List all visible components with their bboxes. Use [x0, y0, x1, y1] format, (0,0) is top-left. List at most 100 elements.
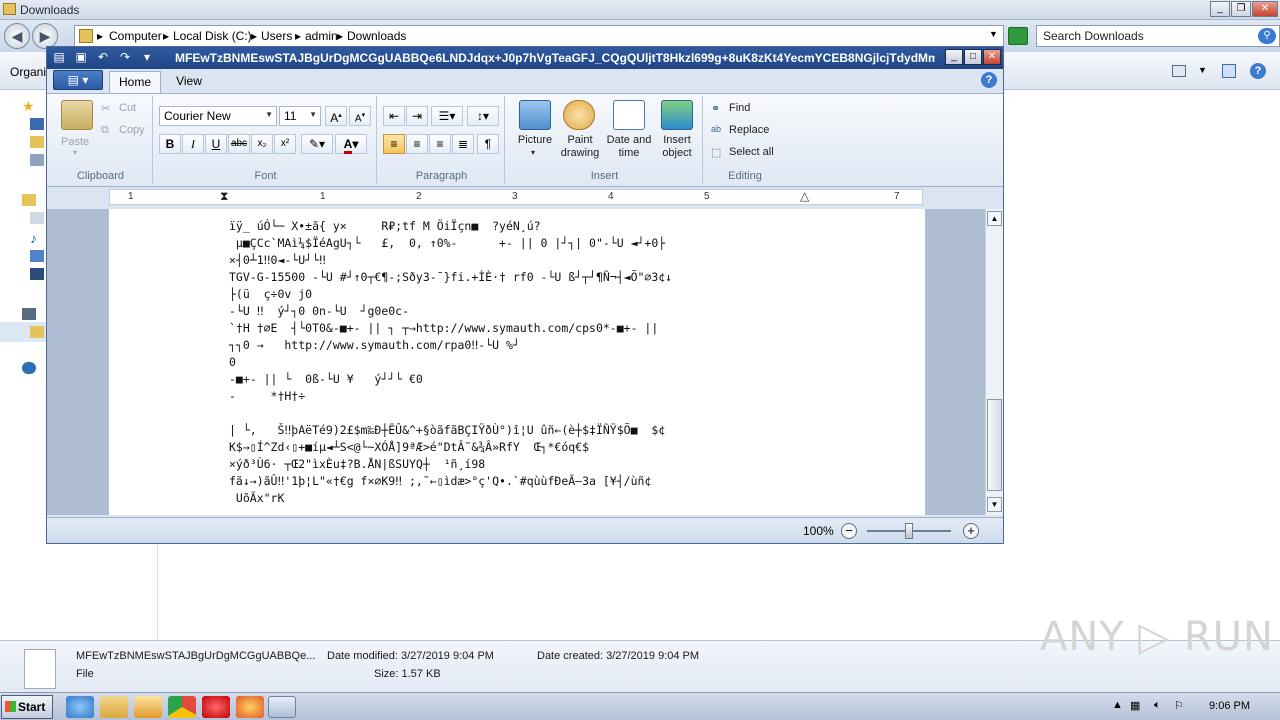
strikethrough-button[interactable]: abc: [228, 134, 250, 154]
copy-button[interactable]: Copy: [119, 124, 145, 136]
back-button[interactable]: ◀: [4, 23, 30, 49]
decrease-indent-button[interactable]: ⇤: [383, 106, 405, 126]
calendar-icon[interactable]: [613, 100, 645, 130]
align-center-button[interactable]: ≡: [406, 134, 428, 154]
restore-button[interactable]: ❐: [1231, 1, 1251, 17]
zoom-in-button[interactable]: +: [963, 523, 979, 539]
cut-button[interactable]: Cut: [119, 102, 136, 114]
zoom-slider-thumb[interactable]: [905, 523, 913, 539]
insert-object-button[interactable]: Insert object: [655, 134, 699, 160]
star-icon[interactable]: ★: [22, 98, 36, 114]
refresh-button[interactable]: [1008, 27, 1028, 45]
align-left-button[interactable]: ≡: [383, 134, 405, 154]
indent-marker-icon[interactable]: ⧗: [220, 189, 228, 204]
desktop-icon[interactable]: [30, 118, 44, 130]
folder-icon[interactable]: [30, 136, 44, 148]
underline-button[interactable]: U: [205, 134, 227, 154]
chevron-down-icon[interactable]: ▼: [989, 29, 998, 39]
volume-icon[interactable]: 🔈︎: [1154, 699, 1161, 712]
close-button[interactable]: ✕: [1252, 1, 1278, 17]
view-icon[interactable]: [1172, 65, 1186, 77]
music-icon[interactable]: ♪: [30, 230, 44, 246]
address-bar[interactable]: ▸ Computer ▸ Local Disk (C:) ▸ Users ▸ a…: [74, 25, 1004, 47]
help-icon[interactable]: ?: [981, 72, 997, 88]
preview-pane-icon[interactable]: [1222, 64, 1236, 78]
scroll-up-button[interactable]: ▲: [987, 211, 1002, 226]
library-icon[interactable]: [22, 194, 36, 206]
scroll-thumb[interactable]: [987, 399, 1002, 491]
paste-icon[interactable]: [61, 100, 93, 130]
search-icon[interactable]: ⚲: [1258, 28, 1276, 44]
bold-button[interactable]: B: [159, 134, 181, 154]
picture-button[interactable]: Picture: [513, 134, 557, 146]
shrink-font-button[interactable]: A▾: [349, 106, 371, 126]
minimize-button[interactable]: _: [1210, 1, 1230, 17]
explorer-icon[interactable]: [100, 696, 128, 718]
organize-button[interactable]: Organi: [10, 65, 46, 79]
breadcrumb-local-disk[interactable]: Local Disk (C:): [173, 29, 252, 43]
increase-indent-button[interactable]: ⇥: [406, 106, 428, 126]
italic-button[interactable]: I: [182, 134, 204, 154]
network-icon[interactable]: [22, 362, 36, 374]
scroll-down-button[interactable]: ▼: [987, 497, 1002, 512]
redo-icon[interactable]: ↷: [117, 50, 133, 65]
start-button[interactable]: Start: [1, 695, 53, 719]
customize-icon[interactable]: ▾: [139, 50, 155, 65]
firefox-icon[interactable]: [236, 696, 264, 718]
chevron-down-icon[interactable]: ▾: [73, 148, 77, 157]
select-all-button[interactable]: Select all: [729, 146, 774, 158]
wordpad-icon[interactable]: ▤: [51, 50, 67, 65]
font-color-button[interactable]: A▾: [335, 134, 367, 154]
tab-home[interactable]: Home: [109, 71, 161, 93]
paragraph-dialog-button[interactable]: ¶: [477, 134, 499, 154]
font-size-select[interactable]: 11 ▼: [279, 106, 321, 126]
chevron-down-icon[interactable]: ▼: [1198, 65, 1207, 75]
picture-icon[interactable]: [519, 100, 551, 130]
line-spacing-button[interactable]: ↕▾: [467, 106, 499, 126]
cut-icon[interactable]: ✂: [101, 102, 110, 115]
pictures-icon[interactable]: [30, 250, 44, 262]
ruler[interactable]: 1 ⧗ 1 2 3 4 5 △ 7: [109, 189, 923, 205]
binoculars-icon[interactable]: ⚭: [711, 102, 720, 115]
breadcrumb-admin[interactable]: admin: [305, 29, 338, 43]
videos-icon[interactable]: [30, 268, 44, 280]
chrome-icon[interactable]: [168, 696, 196, 718]
font-family-select[interactable]: Courier New ▼: [159, 106, 277, 126]
justify-button[interactable]: ≣: [452, 134, 474, 154]
right-indent-marker-icon[interactable]: △: [800, 189, 809, 203]
opera-icon[interactable]: [202, 696, 230, 718]
paint-palette-icon[interactable]: [563, 100, 595, 130]
help-icon[interactable]: ?: [1250, 63, 1266, 79]
paste-button[interactable]: Paste: [61, 136, 89, 148]
highlight-button[interactable]: ✎▾: [301, 134, 333, 154]
breadcrumb-computer[interactable]: Computer: [109, 29, 162, 43]
bullets-button[interactable]: ☰▾: [431, 106, 463, 126]
save-icon[interactable]: ▣: [73, 50, 89, 65]
wordpad-taskbar-icon[interactable]: [268, 696, 296, 718]
replace-button[interactable]: Replace: [729, 124, 769, 136]
find-button[interactable]: Find: [729, 102, 750, 114]
flag-icon[interactable]: ⚐: [1174, 699, 1184, 712]
minimize-button[interactable]: _: [945, 49, 963, 65]
undo-icon[interactable]: ↶: [95, 50, 111, 65]
select-all-icon[interactable]: ⬚: [711, 146, 721, 159]
superscript-button[interactable]: x²: [274, 134, 296, 154]
close-button[interactable]: ✕: [983, 49, 1001, 65]
subscript-button[interactable]: x₂: [251, 134, 273, 154]
copy-icon[interactable]: ⧉: [101, 124, 109, 137]
date-time-button[interactable]: Date and time: [603, 134, 655, 160]
maximize-button[interactable]: □: [964, 49, 982, 65]
vertical-scrollbar[interactable]: ▲ ▼: [985, 209, 1003, 515]
breadcrumb-users[interactable]: Users: [261, 29, 292, 43]
replace-icon[interactable]: ab: [711, 124, 721, 134]
tab-view[interactable]: View: [167, 71, 211, 93]
network-icon[interactable]: ▦: [1130, 699, 1140, 712]
align-right-button[interactable]: ≡: [429, 134, 451, 154]
recent-icon[interactable]: [30, 154, 44, 166]
clock[interactable]: 9:06 PM: [1209, 700, 1250, 712]
paint-drawing-button[interactable]: Paint drawing: [559, 134, 601, 160]
documents-icon[interactable]: [30, 212, 44, 224]
insert-object-icon[interactable]: [661, 100, 693, 130]
breadcrumb-downloads[interactable]: Downloads: [347, 29, 406, 43]
media-player-icon[interactable]: [134, 696, 162, 718]
